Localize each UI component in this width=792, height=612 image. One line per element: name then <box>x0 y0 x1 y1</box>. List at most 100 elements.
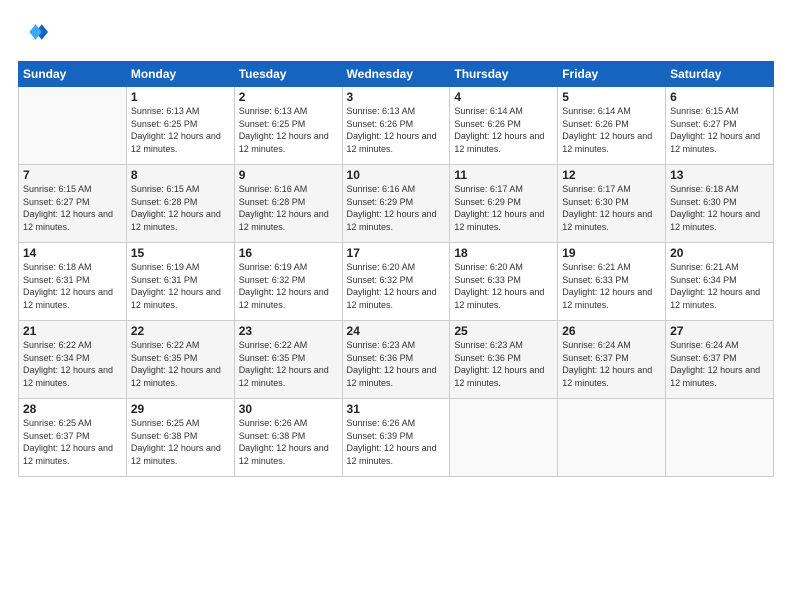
cell-info: Sunrise: 6:13 AMSunset: 6:25 PMDaylight:… <box>131 106 221 154</box>
calendar-cell: 2 Sunrise: 6:13 AMSunset: 6:25 PMDaylight… <box>234 87 342 165</box>
cell-info: Sunrise: 6:14 AMSunset: 6:26 PMDaylight:… <box>454 106 544 154</box>
cell-info: Sunrise: 6:24 AMSunset: 6:37 PMDaylight:… <box>562 340 652 388</box>
calendar-cell: 27 Sunrise: 6:24 AMSunset: 6:37 PMDayligh… <box>666 321 774 399</box>
cell-info: Sunrise: 6:18 AMSunset: 6:30 PMDaylight:… <box>670 184 760 232</box>
day-number: 4 <box>454 90 553 104</box>
day-number: 21 <box>23 324 122 338</box>
calendar-header-row: SundayMondayTuesdayWednesdayThursdayFrid… <box>19 62 774 87</box>
calendar-body: 1 Sunrise: 6:13 AMSunset: 6:25 PMDaylight… <box>19 87 774 477</box>
cell-info: Sunrise: 6:26 AMSunset: 6:38 PMDaylight:… <box>239 418 329 466</box>
cell-info: Sunrise: 6:20 AMSunset: 6:32 PMDaylight:… <box>347 262 437 310</box>
day-number: 18 <box>454 246 553 260</box>
cell-info: Sunrise: 6:24 AMSunset: 6:37 PMDaylight:… <box>670 340 760 388</box>
calendar-cell: 21 Sunrise: 6:22 AMSunset: 6:34 PMDayligh… <box>19 321 127 399</box>
header-cell-saturday: Saturday <box>666 62 774 87</box>
day-number: 10 <box>347 168 446 182</box>
cell-info: Sunrise: 6:15 AMSunset: 6:28 PMDaylight:… <box>131 184 221 232</box>
calendar-cell <box>19 87 127 165</box>
day-number: 30 <box>239 402 338 416</box>
calendar-cell: 12 Sunrise: 6:17 AMSunset: 6:30 PMDayligh… <box>558 165 666 243</box>
cell-info: Sunrise: 6:14 AMSunset: 6:26 PMDaylight:… <box>562 106 652 154</box>
calendar-cell: 3 Sunrise: 6:13 AMSunset: 6:26 PMDaylight… <box>342 87 450 165</box>
day-number: 7 <box>23 168 122 182</box>
day-number: 3 <box>347 90 446 104</box>
calendar-cell: 30 Sunrise: 6:26 AMSunset: 6:38 PMDayligh… <box>234 399 342 477</box>
cell-info: Sunrise: 6:17 AMSunset: 6:30 PMDaylight:… <box>562 184 652 232</box>
calendar-cell <box>666 399 774 477</box>
calendar-cell <box>558 399 666 477</box>
day-number: 15 <box>131 246 230 260</box>
day-number: 9 <box>239 168 338 182</box>
day-number: 24 <box>347 324 446 338</box>
header-cell-wednesday: Wednesday <box>342 62 450 87</box>
calendar-cell: 23 Sunrise: 6:22 AMSunset: 6:35 PMDayligh… <box>234 321 342 399</box>
calendar-cell: 29Sunrise: 6:25 AMSunset: 6:38 PMDayligh… <box>126 399 234 477</box>
cell-info: Sunrise: 6:26 AMSunset: 6:39 PMDaylight:… <box>347 418 437 466</box>
calendar-cell: 15 Sunrise: 6:19 AMSunset: 6:31 PMDayligh… <box>126 243 234 321</box>
cell-info: Sunrise: 6:13 AMSunset: 6:25 PMDaylight:… <box>239 106 329 154</box>
cell-info: Sunrise: 6:21 AMSunset: 6:33 PMDaylight:… <box>562 262 652 310</box>
cell-info: Sunrise: 6:21 AMSunset: 6:34 PMDaylight:… <box>670 262 760 310</box>
cell-info: Sunrise: 6:18 AMSunset: 6:31 PMDaylight:… <box>23 262 113 310</box>
calendar-cell: 1 Sunrise: 6:13 AMSunset: 6:25 PMDaylight… <box>126 87 234 165</box>
calendar-week-4: 21 Sunrise: 6:22 AMSunset: 6:34 PMDayligh… <box>19 321 774 399</box>
day-number: 8 <box>131 168 230 182</box>
calendar-week-1: 1 Sunrise: 6:13 AMSunset: 6:25 PMDaylight… <box>19 87 774 165</box>
calendar-cell: 26 Sunrise: 6:24 AMSunset: 6:37 PMDayligh… <box>558 321 666 399</box>
calendar-week-2: 7 Sunrise: 6:15 AMSunset: 6:27 PMDaylight… <box>19 165 774 243</box>
calendar-cell: 10 Sunrise: 6:16 AMSunset: 6:29 PMDayligh… <box>342 165 450 243</box>
header-cell-friday: Friday <box>558 62 666 87</box>
header-cell-monday: Monday <box>126 62 234 87</box>
day-number: 6 <box>670 90 769 104</box>
day-number: 27 <box>670 324 769 338</box>
cell-info: Sunrise: 6:16 AMSunset: 6:29 PMDaylight:… <box>347 184 437 232</box>
cell-info: Sunrise: 6:15 AMSunset: 6:27 PMDaylight:… <box>23 184 113 232</box>
calendar-cell: 9 Sunrise: 6:16 AMSunset: 6:28 PMDaylight… <box>234 165 342 243</box>
header-cell-thursday: Thursday <box>450 62 558 87</box>
day-number: 19 <box>562 246 661 260</box>
calendar-cell: 20 Sunrise: 6:21 AMSunset: 6:34 PMDayligh… <box>666 243 774 321</box>
header <box>18 18 774 51</box>
calendar-cell: 4 Sunrise: 6:14 AMSunset: 6:26 PMDaylight… <box>450 87 558 165</box>
calendar-cell: 16Sunrise: 6:19 AMSunset: 6:32 PMDayligh… <box>234 243 342 321</box>
calendar-cell: 18Sunrise: 6:20 AMSunset: 6:33 PMDayligh… <box>450 243 558 321</box>
calendar-cell: 31 Sunrise: 6:26 AMSunset: 6:39 PMDayligh… <box>342 399 450 477</box>
cell-info: Sunrise: 6:19 AMSunset: 6:31 PMDaylight:… <box>131 262 221 310</box>
cell-info: Sunrise: 6:25 AMSunset: 6:37 PMDaylight:… <box>23 418 113 466</box>
header-cell-sunday: Sunday <box>19 62 127 87</box>
calendar-cell: 5Sunrise: 6:14 AMSunset: 6:26 PMDaylight… <box>558 87 666 165</box>
calendar-cell: 11Sunrise: 6:17 AMSunset: 6:29 PMDayligh… <box>450 165 558 243</box>
day-number: 12 <box>562 168 661 182</box>
cell-info: Sunrise: 6:22 AMSunset: 6:34 PMDaylight:… <box>23 340 113 388</box>
cell-info: Sunrise: 6:23 AMSunset: 6:36 PMDaylight:… <box>454 340 544 388</box>
day-number: 20 <box>670 246 769 260</box>
calendar-table: SundayMondayTuesdayWednesdayThursdayFrid… <box>18 61 774 477</box>
cell-info: Sunrise: 6:25 AMSunset: 6:38 PMDaylight:… <box>131 418 221 466</box>
cell-info: Sunrise: 6:13 AMSunset: 6:26 PMDaylight:… <box>347 106 437 154</box>
day-number: 11 <box>454 168 553 182</box>
cell-info: Sunrise: 6:22 AMSunset: 6:35 PMDaylight:… <box>239 340 329 388</box>
day-number: 1 <box>131 90 230 104</box>
calendar-cell: 14 Sunrise: 6:18 AMSunset: 6:31 PMDayligh… <box>19 243 127 321</box>
day-number: 2 <box>239 90 338 104</box>
day-number: 22 <box>131 324 230 338</box>
calendar-cell: 7 Sunrise: 6:15 AMSunset: 6:27 PMDaylight… <box>19 165 127 243</box>
day-number: 23 <box>239 324 338 338</box>
logo <box>18 18 52 51</box>
day-number: 14 <box>23 246 122 260</box>
calendar-cell: 13Sunrise: 6:18 AMSunset: 6:30 PMDayligh… <box>666 165 774 243</box>
calendar-cell: 28Sunrise: 6:25 AMSunset: 6:37 PMDayligh… <box>19 399 127 477</box>
cell-info: Sunrise: 6:16 AMSunset: 6:28 PMDaylight:… <box>239 184 329 232</box>
calendar-cell <box>450 399 558 477</box>
day-number: 17 <box>347 246 446 260</box>
calendar-cell: 6Sunrise: 6:15 AMSunset: 6:27 PMDaylight… <box>666 87 774 165</box>
calendar-week-5: 28Sunrise: 6:25 AMSunset: 6:37 PMDayligh… <box>19 399 774 477</box>
day-number: 26 <box>562 324 661 338</box>
calendar-cell: 22Sunrise: 6:22 AMSunset: 6:35 PMDayligh… <box>126 321 234 399</box>
cell-info: Sunrise: 6:23 AMSunset: 6:36 PMDaylight:… <box>347 340 437 388</box>
calendar-cell: 24 Sunrise: 6:23 AMSunset: 6:36 PMDayligh… <box>342 321 450 399</box>
day-number: 31 <box>347 402 446 416</box>
calendar-cell: 19 Sunrise: 6:21 AMSunset: 6:33 PMDayligh… <box>558 243 666 321</box>
day-number: 25 <box>454 324 553 338</box>
page: SundayMondayTuesdayWednesdayThursdayFrid… <box>0 0 792 612</box>
